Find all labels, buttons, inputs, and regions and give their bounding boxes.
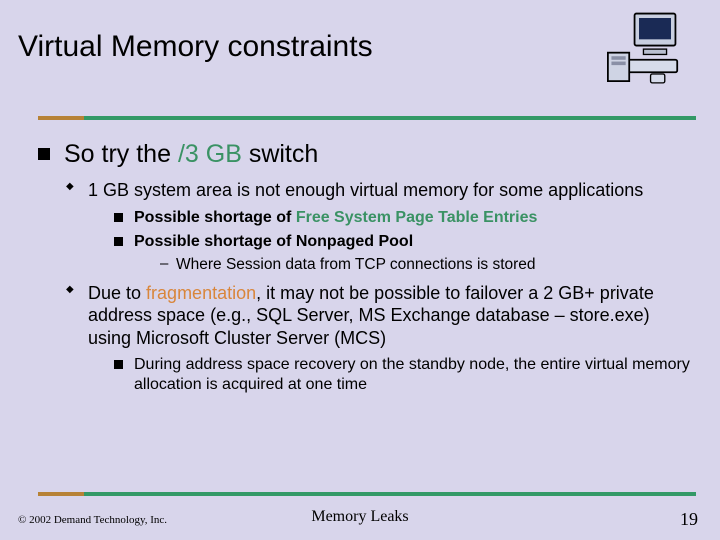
text: Due to [88,283,146,303]
text: Possible shortage of Nonpaged Pool [134,233,413,250]
text: Possible shortage of Free System Page Ta… [134,209,537,226]
text: So try the [64,140,178,168]
bullet-lvl2: 1 GB system area is not enough virtual m… [64,179,692,274]
bullet-lvl1: So try the /3 GB switch 1 GB system area… [38,140,692,395]
bullet-lvl3: Possible shortage of Nonpaged Pool Where… [112,232,692,274]
text: Where Session data from TCP connections … [176,256,536,273]
text: Possible shortage of [134,209,296,226]
footer-title: Memory Leaks [0,508,720,526]
computer-clipart-icon [602,10,692,90]
text: switch [242,140,318,168]
bullet-lvl3: During address space recovery on the sta… [112,355,692,395]
em-text: Free System Page Table Entries [296,209,538,226]
bullet-lvl2: Due to fragmentation, it may not be poss… [64,282,692,396]
bullet-lvl3: Possible shortage of Free System Page Ta… [112,208,692,228]
text: Due to fragmentation, it may not be poss… [88,282,692,350]
divider-top [38,116,696,120]
text: 1 GB system area is not enough virtual m… [88,179,692,202]
heading-text: So try the /3 GB switch [64,140,318,168]
text: During address space recovery on the sta… [134,356,690,393]
slide-title: Virtual Memory constraints [18,30,373,64]
em-text: /3 GB [178,140,242,168]
slide-body: So try the /3 GB switch 1 GB system area… [38,140,692,407]
divider-bottom [38,492,696,496]
page-number: 19 [680,509,698,530]
bullet-lvl4: Where Session data from TCP connections … [158,255,692,274]
em-text: fragmentation [146,283,256,303]
